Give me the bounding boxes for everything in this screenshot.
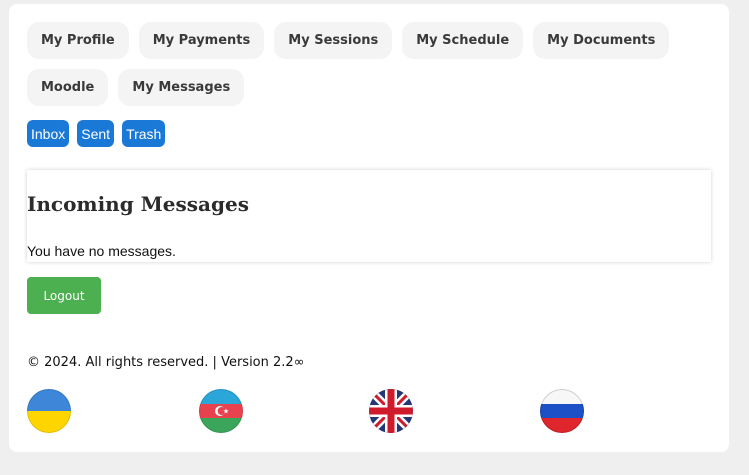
logout-button[interactable]: Logout xyxy=(27,277,101,314)
nav-my-payments-button[interactable]: My Payments xyxy=(138,22,265,59)
footer-copyright: © 2024. All rights reserved. | Version 2… xyxy=(27,355,305,370)
nav-my-documents-button[interactable]: My Documents xyxy=(533,22,670,59)
inbox-button[interactable]: Inbox xyxy=(27,120,70,147)
nav-my-messages-button[interactable]: My Messages xyxy=(118,69,245,106)
trash-button[interactable]: Trash xyxy=(122,120,166,147)
nav-my-sessions-button[interactable]: My Sessions xyxy=(274,22,393,59)
nav-my-profile-button[interactable]: My Profile xyxy=(27,22,129,59)
united-kingdom-flag-icon[interactable] xyxy=(369,389,413,433)
messages-panel-title: Incoming Messages xyxy=(27,192,249,216)
russia-flag-icon[interactable] xyxy=(540,389,584,433)
main-nav: My Profile My Payments My Sessions My Sc… xyxy=(27,22,717,106)
messages-panel: Incoming Messages You have no messages. xyxy=(27,170,711,262)
nav-moodle-button[interactable]: Moodle xyxy=(27,69,109,106)
main-card: My Profile My Payments My Sessions My Sc… xyxy=(9,4,729,452)
empty-messages-text: You have no messages. xyxy=(27,243,176,259)
azerbaijan-flag-icon[interactable] xyxy=(199,389,243,433)
message-folder-tabs: Inbox Sent Trash xyxy=(27,120,166,147)
ukraine-flag-icon[interactable] xyxy=(27,389,71,433)
nav-my-schedule-button[interactable]: My Schedule xyxy=(402,22,524,59)
sent-button[interactable]: Sent xyxy=(77,120,115,147)
